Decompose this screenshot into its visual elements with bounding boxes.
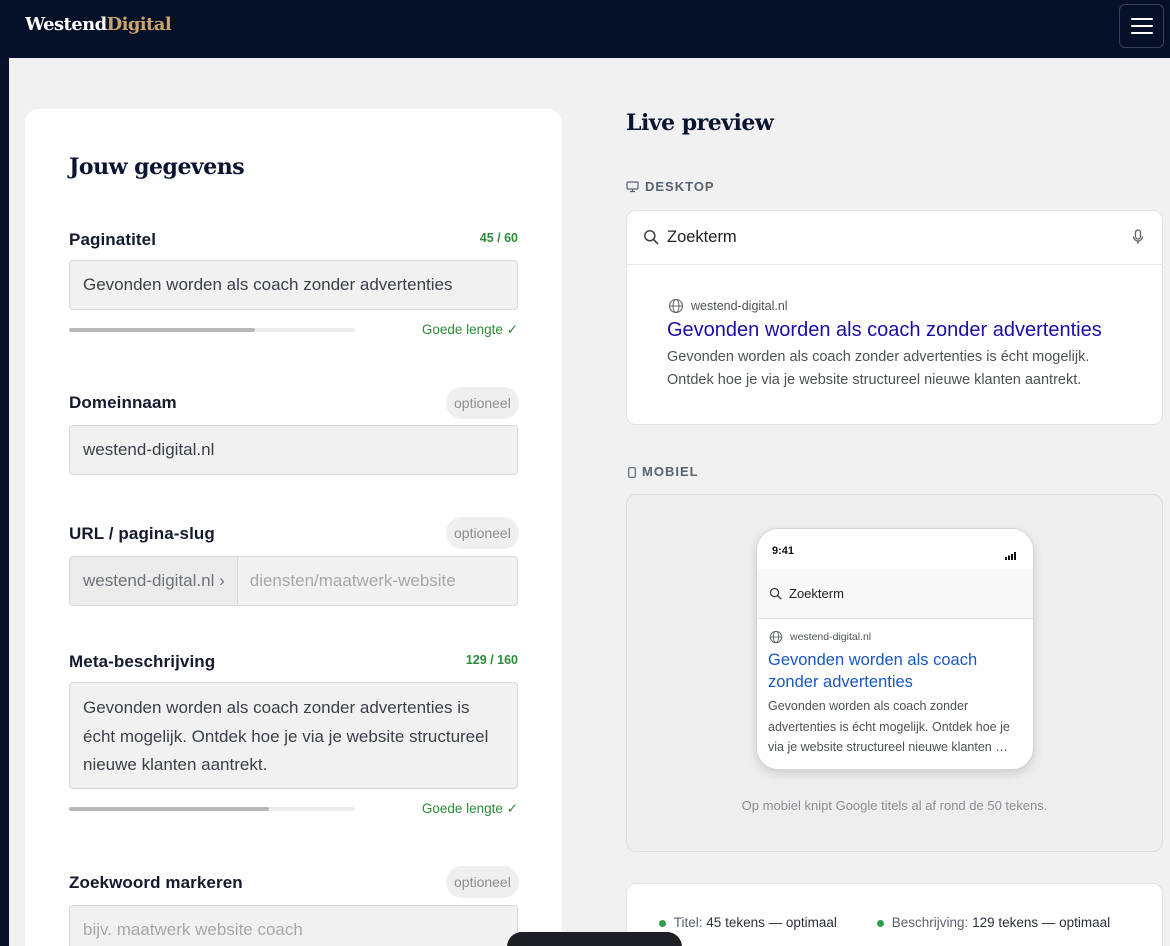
smartphone-icon bbox=[628, 465, 636, 483]
menu-icon-line bbox=[1131, 18, 1153, 20]
phone-mockup: 9:41 Zoekterm westend-digital.nl Gevonde… bbox=[756, 528, 1034, 770]
meta-length-bar bbox=[69, 807, 355, 811]
title-label: Paginatitel bbox=[69, 230, 157, 249]
globe-icon bbox=[668, 298, 684, 319]
mobile-truncation-note: Op mobiel knipt Google titels al af rond… bbox=[741, 798, 1048, 813]
monitor-icon bbox=[626, 180, 639, 193]
url-optional-badge: optioneel bbox=[446, 517, 519, 549]
mobile-caption: MOBIEL bbox=[642, 464, 699, 479]
title-summary-label: Titel: bbox=[673, 915, 703, 930]
description-summary-label: Beschrijving: bbox=[891, 915, 969, 930]
phone-result-title[interactable]: Gevonden worden als coach zonder adverte… bbox=[768, 649, 1008, 693]
keyword-placeholder: bijv. maatwerk website coach bbox=[83, 920, 303, 939]
phone-clock: 9:41 bbox=[772, 545, 795, 557]
meta-textarea[interactable]: Gevonden worden als coach zonder adverte… bbox=[69, 682, 518, 789]
preview-heading: Live preview bbox=[626, 110, 774, 136]
meta-label: Meta-beschrijving bbox=[69, 652, 216, 671]
title-length-bar-fill bbox=[69, 328, 255, 332]
title-length-bar bbox=[69, 328, 355, 332]
floating-toolbar[interactable] bbox=[507, 932, 682, 946]
phone-result-domain: westend-digital.nl bbox=[790, 631, 872, 643]
title-summary: Titel: 45 tekens — optimaal bbox=[659, 915, 837, 930]
desktop-result-title[interactable]: Gevonden worden als coach zonder adverte… bbox=[667, 319, 1102, 342]
brand-name-part1: Westend bbox=[25, 14, 107, 35]
title-summary-value: 45 tekens — optimaal bbox=[706, 915, 837, 930]
brand-logo[interactable]: WestendDigital bbox=[25, 14, 172, 35]
url-label: URL / pagina-slug bbox=[69, 524, 215, 543]
domain-optional-badge: optioneel bbox=[446, 387, 519, 419]
search-icon bbox=[643, 229, 659, 250]
phone-globe-icon bbox=[769, 630, 783, 649]
brand-name-part2: Digital bbox=[106, 14, 172, 35]
menu-icon-line bbox=[1131, 25, 1153, 27]
desktop-result-domain: westend-digital.nl bbox=[691, 299, 788, 313]
form-heading: Jouw gegevens bbox=[69, 154, 245, 180]
status-dot-ok bbox=[877, 920, 884, 927]
signal-icon bbox=[1005, 547, 1017, 565]
desktop-result-description: Gevonden worden als coach zonder adverte… bbox=[667, 349, 1090, 388]
page-left-edge bbox=[0, 0, 9, 946]
phone-result-description: Gevonden worden als coach zonder adverte… bbox=[768, 699, 1010, 755]
url-slug-input[interactable]: diensten/maatwerk-website bbox=[238, 571, 456, 590]
keyword-label: Zoekwoord markeren bbox=[69, 873, 243, 892]
meta-length-bar-fill bbox=[69, 807, 270, 811]
title-input[interactable]: Gevonden worden als coach zonder adverte… bbox=[69, 260, 518, 310]
title-length-status: Goede lengte ✓ bbox=[421, 322, 518, 337]
phone-search-bar[interactable]: Zoekterm bbox=[757, 569, 1033, 619]
title-char-counter: 45 / 60 bbox=[479, 231, 518, 245]
desktop-search-divider bbox=[627, 264, 1162, 265]
url-domain-prefix: westend-digital.nl › bbox=[70, 557, 238, 605]
url-field: westend-digital.nl › diensten/maatwerk-we… bbox=[69, 556, 518, 606]
domain-input[interactable]: westend-digital.nl bbox=[69, 425, 518, 475]
top-navbar: WestendDigital bbox=[0, 0, 1170, 58]
menu-icon-line bbox=[1131, 32, 1153, 34]
microphone-icon[interactable] bbox=[1132, 229, 1144, 250]
status-dot-ok bbox=[659, 920, 666, 927]
keyword-optional-badge: optioneel bbox=[446, 866, 519, 898]
desktop-caption: DESKTOP bbox=[645, 179, 715, 194]
desktop-search-query[interactable]: Zoekterm bbox=[667, 228, 737, 247]
meta-length-status: Goede lengte ✓ bbox=[421, 801, 518, 816]
phone-search-query: Zoekterm bbox=[789, 586, 844, 601]
meta-char-counter: 129 / 160 bbox=[465, 653, 518, 667]
hamburger-menu-button[interactable] bbox=[1119, 4, 1164, 48]
phone-search-icon bbox=[769, 587, 782, 605]
description-summary-value: 129 tekens — optimaal bbox=[972, 915, 1111, 930]
keyword-input[interactable]: bijv. maatwerk website coach bbox=[69, 905, 518, 946]
domain-label: Domeinnaam bbox=[69, 393, 177, 412]
description-summary: Beschrijving: 129 tekens — optimaal bbox=[877, 915, 1110, 930]
